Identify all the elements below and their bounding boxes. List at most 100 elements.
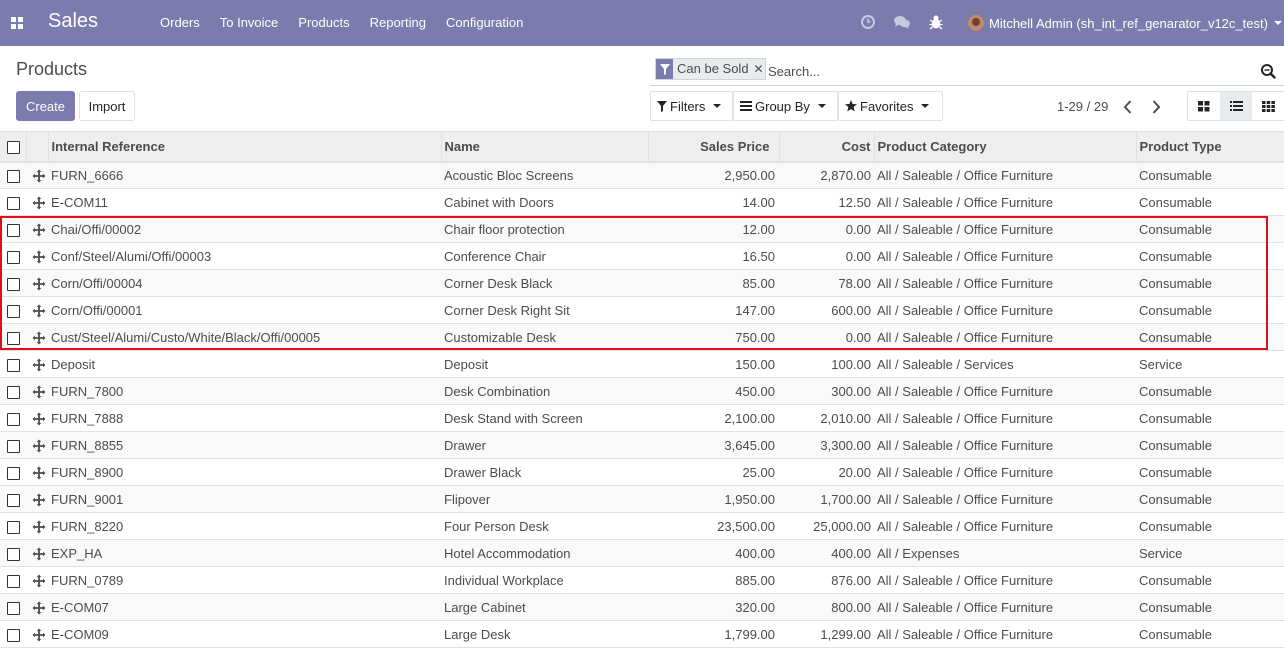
internal-reference-cell[interactable]: FURN_8855 — [48, 432, 441, 459]
product-category-cell[interactable]: All / Saleable / Office Furniture — [874, 567, 1136, 594]
row-checkbox[interactable] — [7, 493, 20, 507]
product-category-cell[interactable]: All / Saleable / Office Furniture — [874, 378, 1136, 405]
product-type-cell[interactable]: Consumable — [1136, 459, 1284, 486]
row-checkbox[interactable] — [7, 169, 20, 183]
row-checkbox[interactable] — [7, 277, 20, 291]
row-checkbox[interactable] — [7, 439, 20, 453]
cost-cell[interactable]: 25,000.00 — [779, 513, 874, 540]
column-header-cost[interactable]: Cost — [778, 131, 874, 162]
sales-price-cell[interactable]: 14.00 — [648, 189, 779, 216]
cost-cell[interactable]: 100.00 — [779, 351, 874, 378]
drag-handle-icon[interactable] — [32, 169, 46, 183]
name-cell[interactable]: Corner Desk Black — [441, 270, 648, 297]
app-name[interactable]: Sales — [48, 10, 98, 33]
cost-cell[interactable]: 0.00 — [779, 216, 874, 243]
menu-configuration[interactable]: Configuration — [436, 0, 533, 46]
sales-price-cell[interactable]: 3,645.00 — [648, 432, 779, 459]
row-checkbox[interactable] — [7, 520, 20, 534]
menu-reporting[interactable]: Reporting — [360, 0, 436, 46]
group-by-dropdown[interactable]: Group By — [733, 91, 838, 121]
internal-reference-cell[interactable]: E-COM07 — [48, 594, 441, 621]
product-category-cell[interactable]: All / Saleable / Office Furniture — [874, 432, 1136, 459]
product-type-cell[interactable]: Consumable — [1136, 297, 1284, 324]
product-category-cell[interactable]: All / Saleable / Office Furniture — [874, 621, 1136, 648]
chevron-left-icon[interactable] — [1122, 99, 1134, 115]
import-button[interactable]: Import — [79, 91, 135, 121]
internal-reference-cell[interactable]: Chai/Offi/00002 — [48, 216, 441, 243]
name-cell[interactable]: Corner Desk Right Sit — [441, 297, 648, 324]
name-cell[interactable]: Large Desk — [441, 621, 648, 648]
row-checkbox[interactable] — [7, 628, 20, 642]
row-checkbox[interactable] — [7, 223, 20, 237]
drag-handle-icon[interactable] — [32, 466, 46, 480]
name-cell[interactable]: Cabinet with Doors — [441, 189, 648, 216]
row-checkbox[interactable] — [7, 385, 20, 399]
product-category-cell[interactable]: All / Saleable / Office Furniture — [874, 297, 1136, 324]
drag-handle-icon[interactable] — [32, 304, 46, 318]
table-row[interactable]: FURN_9001 Flipover 1,950.00 1,700.00 All / S… — [0, 485, 1284, 513]
table-row[interactable]: E-COM07 Large Cabinet 320.00 800.00 All / Sa… — [0, 593, 1284, 621]
sales-price-cell[interactable]: 85.00 — [648, 270, 779, 297]
table-row[interactable]: Deposit Deposit 150.00 100.00 All / Saleable… — [0, 351, 1284, 378]
drag-handle-icon[interactable] — [32, 331, 46, 345]
internal-reference-cell[interactable]: Deposit — [48, 351, 441, 378]
internal-reference-cell[interactable]: FURN_8900 — [48, 459, 441, 486]
menu-orders[interactable]: Orders — [150, 0, 210, 46]
menu-products[interactable]: Products — [288, 0, 359, 46]
cost-cell[interactable]: 876.00 — [779, 567, 874, 594]
search-input[interactable] — [768, 62, 1248, 80]
product-type-cell[interactable]: Consumable — [1136, 378, 1284, 405]
product-category-cell[interactable]: All / Saleable / Office Furniture — [874, 513, 1136, 540]
product-type-cell[interactable]: Consumable — [1136, 324, 1284, 351]
cost-cell[interactable]: 20.00 — [779, 459, 874, 486]
filters-dropdown[interactable]: Filters — [650, 91, 733, 121]
cost-cell[interactable]: 3,300.00 — [779, 432, 874, 459]
grid-view-button[interactable] — [1252, 92, 1284, 120]
row-checkbox[interactable] — [7, 358, 20, 372]
row-checkbox[interactable] — [7, 196, 20, 210]
product-type-cell[interactable]: Consumable — [1136, 405, 1284, 432]
name-cell[interactable]: Individual Workplace — [441, 567, 648, 594]
name-cell[interactable]: Flipover — [441, 486, 648, 513]
name-cell[interactable]: Large Cabinet — [441, 594, 648, 621]
product-type-cell[interactable]: Consumable — [1136, 432, 1284, 459]
product-category-cell[interactable]: All / Saleable / Office Furniture — [874, 594, 1136, 621]
favorites-dropdown[interactable]: Favorites — [838, 91, 943, 121]
drag-handle-icon[interactable] — [32, 223, 46, 237]
sales-price-cell[interactable]: 150.00 — [648, 351, 779, 378]
menu-to-invoice[interactable]: To Invoice — [210, 0, 289, 46]
chevron-right-icon[interactable] — [1150, 99, 1162, 115]
table-row[interactable]: FURN_7800 Desk Combination 450.00 300.00 All… — [0, 377, 1284, 405]
row-checkbox[interactable] — [7, 412, 20, 426]
row-checkbox[interactable] — [7, 250, 20, 264]
product-category-cell[interactable]: All / Saleable / Office Furniture — [874, 216, 1136, 243]
cost-cell[interactable]: 1,299.00 — [779, 621, 874, 648]
user-menu[interactable]: Mitchell Admin (sh_int_ref_genarator_v12… — [968, 13, 1282, 33]
table-row[interactable]: FURN_8220 Four Person Desk 23,500.00 25,000… — [0, 513, 1284, 540]
product-category-cell[interactable]: All / Saleable / Services — [874, 351, 1136, 378]
internal-reference-cell[interactable]: E-COM11 — [48, 189, 441, 216]
column-header-product-type[interactable]: Product Type — [1135, 131, 1284, 162]
internal-reference-cell[interactable]: FURN_6666 — [48, 162, 441, 189]
name-cell[interactable]: Conference Chair — [441, 243, 648, 270]
apps-menu-icon[interactable] — [11, 17, 23, 29]
cost-cell[interactable]: 300.00 — [779, 378, 874, 405]
cost-cell[interactable]: 0.00 — [779, 324, 874, 351]
facet-remove-icon[interactable]: ✕ — [753, 59, 765, 79]
table-row[interactable]: FURN_8855 Drawer 3,645.00 3,300.00 All / Sal… — [0, 431, 1284, 459]
drag-handle-icon[interactable] — [32, 250, 46, 264]
sales-price-cell[interactable]: 885.00 — [648, 567, 779, 594]
table-row[interactable]: FURN_6666 Acoustic Bloc Screens 2,950.00 2,… — [0, 161, 1284, 189]
cost-cell[interactable]: 0.00 — [779, 243, 874, 270]
drag-handle-icon[interactable] — [32, 385, 46, 399]
sales-price-cell[interactable]: 2,950.00 — [648, 162, 779, 189]
product-type-cell[interactable]: Consumable — [1136, 216, 1284, 243]
internal-reference-cell[interactable]: Cust/Steel/Alumi/Custo/White/Black/Offi/… — [48, 324, 441, 351]
sales-price-cell[interactable]: 25.00 — [648, 459, 779, 486]
product-category-cell[interactable]: All / Saleable / Office Furniture — [874, 243, 1136, 270]
row-checkbox[interactable] — [7, 304, 20, 318]
cost-cell[interactable]: 2,010.00 — [779, 405, 874, 432]
internal-reference-cell[interactable]: Conf/Steel/Alumi/Offi/00003 — [48, 243, 441, 270]
cost-cell[interactable]: 800.00 — [779, 594, 874, 621]
sales-price-cell[interactable]: 400.00 — [648, 540, 779, 567]
